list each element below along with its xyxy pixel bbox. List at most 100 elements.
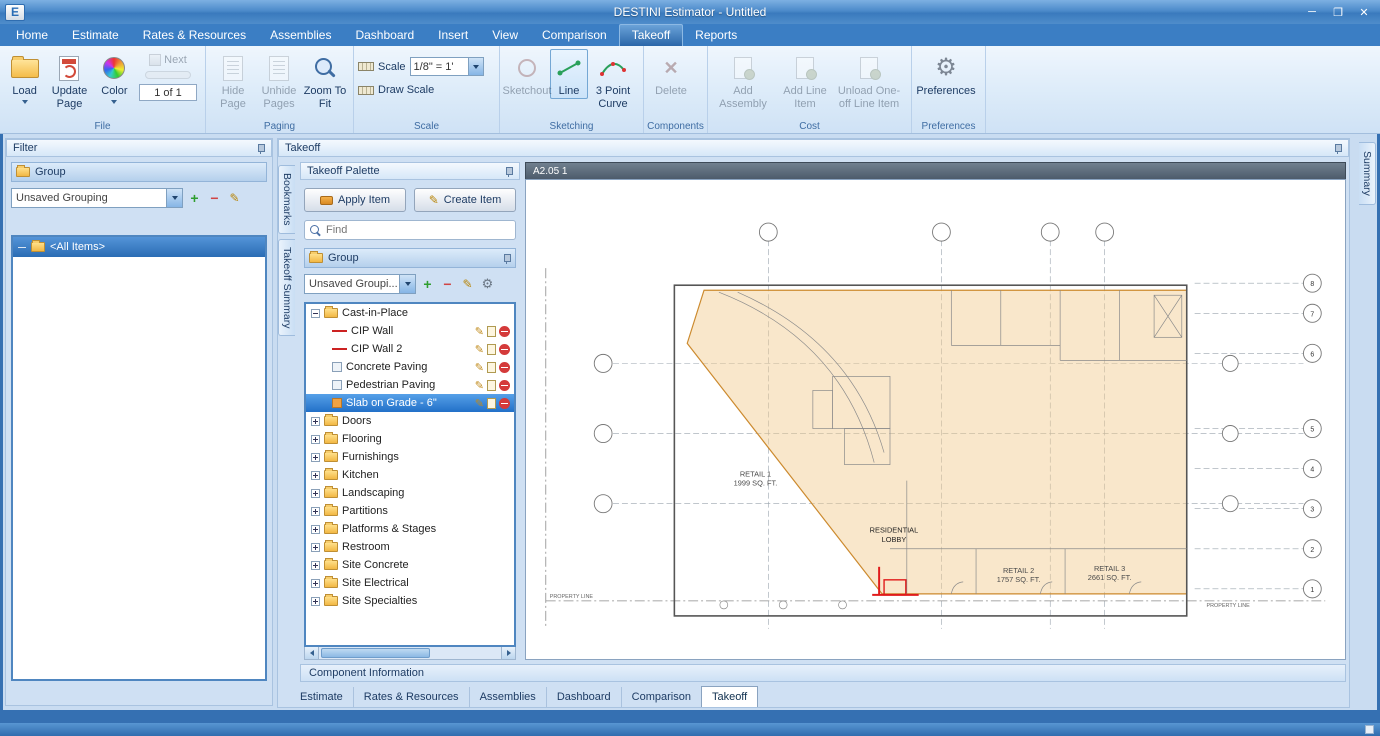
close-icon[interactable]: ✕ xyxy=(1352,3,1376,21)
palette-grouping-combobox[interactable]: Unsaved Groupi... xyxy=(304,274,416,294)
zoom-to-fit-button[interactable]: Zoom To Fit xyxy=(302,49,348,111)
tree-item-furnishings[interactable]: Furnishings xyxy=(306,448,514,466)
expand-icon[interactable] xyxy=(311,417,320,426)
tree-item-site-concrete[interactable]: Site Concrete xyxy=(306,556,514,574)
menu-tab-reports[interactable]: Reports xyxy=(683,25,749,46)
tab-rates-resources[interactable]: Rates & Resources xyxy=(353,687,469,707)
find-input[interactable] xyxy=(326,224,510,236)
add-grouping-icon[interactable]: + xyxy=(419,276,436,293)
tree-item-flooring[interactable]: Flooring xyxy=(306,430,514,448)
tree-item-kitchen[interactable]: Kitchen xyxy=(306,466,514,484)
palette-horizontal-scrollbar[interactable] xyxy=(304,647,516,660)
edit-icon[interactable] xyxy=(475,379,484,392)
tree-item-site-specialties[interactable]: Site Specialties xyxy=(306,592,514,610)
edit-icon[interactable] xyxy=(475,397,484,410)
tree-item-site-electrical[interactable]: Site Electrical xyxy=(306,574,514,592)
tree-item-cip-wall[interactable]: CIP Wall xyxy=(306,322,514,340)
create-item-button[interactable]: Create Item xyxy=(414,188,516,212)
expand-icon[interactable] xyxy=(311,489,320,498)
edit-icon[interactable] xyxy=(475,325,484,338)
chevron-down-icon[interactable] xyxy=(468,58,483,75)
tree-item-platforms-stages[interactable]: Platforms & Stages xyxy=(306,520,514,538)
tab-takeoff-summary[interactable]: Takeoff Summary xyxy=(278,239,295,337)
remove-icon[interactable] xyxy=(499,380,510,391)
tab-assemblies[interactable]: Assemblies xyxy=(469,687,546,707)
gear-icon[interactable]: ⚙ xyxy=(479,276,496,293)
menu-tab-takeoff[interactable]: Takeoff xyxy=(619,24,683,46)
menu-tab-dashboard[interactable]: Dashboard xyxy=(343,25,426,46)
minimize-icon[interactable]: ─ xyxy=(1300,3,1324,21)
pin-icon[interactable] xyxy=(1332,143,1342,154)
tab-summary[interactable]: Summary xyxy=(1359,142,1376,205)
pin-icon[interactable] xyxy=(501,253,511,264)
scrollbar-thumb[interactable] xyxy=(321,648,430,658)
expand-icon[interactable] xyxy=(311,561,320,570)
tree-item-landscaping[interactable]: Landscaping xyxy=(306,484,514,502)
menu-tab-assemblies[interactable]: Assemblies xyxy=(258,25,343,46)
menu-tab-view[interactable]: View xyxy=(480,25,530,46)
menu-tab-home[interactable]: Home xyxy=(4,25,60,46)
find-search-box[interactable] xyxy=(304,220,516,240)
remove-icon[interactable] xyxy=(499,326,510,337)
expand-icon[interactable] xyxy=(311,453,320,462)
tree-item-restroom[interactable]: Restroom xyxy=(306,538,514,556)
scroll-left-icon[interactable] xyxy=(305,647,319,659)
grouping-combobox[interactable]: Unsaved Grouping xyxy=(11,188,183,208)
edit-grouping-icon[interactable]: ✎ xyxy=(226,190,243,207)
collapse-icon[interactable] xyxy=(311,309,320,318)
tree-item-cast-in-place[interactable]: Cast-in-Place xyxy=(306,304,514,322)
add-grouping-icon[interactable]: + xyxy=(186,190,203,207)
expand-icon[interactable] xyxy=(311,471,320,480)
component-information-bar[interactable]: Component Information xyxy=(300,664,1346,682)
apply-item-button[interactable]: Apply Item xyxy=(304,188,406,212)
expand-icon[interactable] xyxy=(311,435,320,444)
tab-bookmarks[interactable]: Bookmarks xyxy=(278,165,295,234)
tab-estimate[interactable]: Estimate xyxy=(290,687,353,707)
edit-grouping-icon[interactable]: ✎ xyxy=(459,276,476,293)
scroll-right-icon[interactable] xyxy=(501,647,515,659)
floor-plan-canvas[interactable]: 8 7 6 5 4 3 2 1 RETAIL 1 1999 SQ. F xyxy=(525,179,1346,660)
maximize-icon[interactable]: ❐ xyxy=(1326,3,1350,21)
copy-icon[interactable] xyxy=(487,362,496,373)
remove-grouping-icon[interactable]: − xyxy=(206,190,223,207)
chevron-down-icon[interactable] xyxy=(166,189,182,207)
expand-icon[interactable] xyxy=(311,579,320,588)
tree-item-concrete-paving[interactable]: Concrete Paving xyxy=(306,358,514,376)
line-tool-button[interactable]: Line xyxy=(550,49,588,99)
edit-icon[interactable] xyxy=(475,361,484,374)
load-button[interactable]: Load xyxy=(4,49,45,105)
chevron-down-icon[interactable] xyxy=(399,275,415,293)
scale-select[interactable]: 1/8" = 1' xyxy=(410,57,484,76)
edit-icon[interactable] xyxy=(475,343,484,356)
remove-icon[interactable] xyxy=(499,344,510,355)
expand-icon[interactable] xyxy=(311,507,320,516)
copy-icon[interactable] xyxy=(487,344,496,355)
tree-item-slab-on-grade[interactable]: Slab on Grade - 6" xyxy=(306,394,514,412)
menu-tab-estimate[interactable]: Estimate xyxy=(60,25,131,46)
update-page-button[interactable]: Update Page xyxy=(45,49,94,111)
pin-icon[interactable] xyxy=(255,143,265,154)
preferences-button[interactable]: Preferences xyxy=(916,49,976,99)
color-button[interactable]: Color xyxy=(94,49,135,105)
tree-item-pedestrian-paving[interactable]: Pedestrian Paving xyxy=(306,376,514,394)
expand-icon[interactable] xyxy=(311,597,320,606)
expand-icon[interactable] xyxy=(311,525,320,534)
tab-dashboard[interactable]: Dashboard xyxy=(546,687,621,707)
tree-item-cip-wall-2[interactable]: CIP Wall 2 xyxy=(306,340,514,358)
resize-grip-icon[interactable] xyxy=(1365,725,1374,734)
tree-item-doors[interactable]: Doors xyxy=(306,412,514,430)
draw-scale-button[interactable]: Draw Scale xyxy=(358,84,484,96)
three-point-curve-button[interactable]: 3 Point Curve xyxy=(588,49,638,111)
remove-icon[interactable] xyxy=(499,362,510,373)
remove-grouping-icon[interactable]: − xyxy=(439,276,456,293)
pin-icon[interactable] xyxy=(503,166,513,177)
remove-icon[interactable] xyxy=(499,398,510,409)
menu-tab-rates-resources[interactable]: Rates & Resources xyxy=(131,25,258,46)
copy-icon[interactable] xyxy=(487,326,496,337)
tab-comparison[interactable]: Comparison xyxy=(621,687,701,707)
floor-plan-svg[interactable]: 8 7 6 5 4 3 2 1 RETAIL 1 1999 SQ. F xyxy=(526,180,1345,659)
all-items-row[interactable]: <All Items> xyxy=(13,237,265,257)
takeoff-highlight-region[interactable] xyxy=(687,290,1187,594)
tree-item-partitions[interactable]: Partitions xyxy=(306,502,514,520)
copy-icon[interactable] xyxy=(487,380,496,391)
